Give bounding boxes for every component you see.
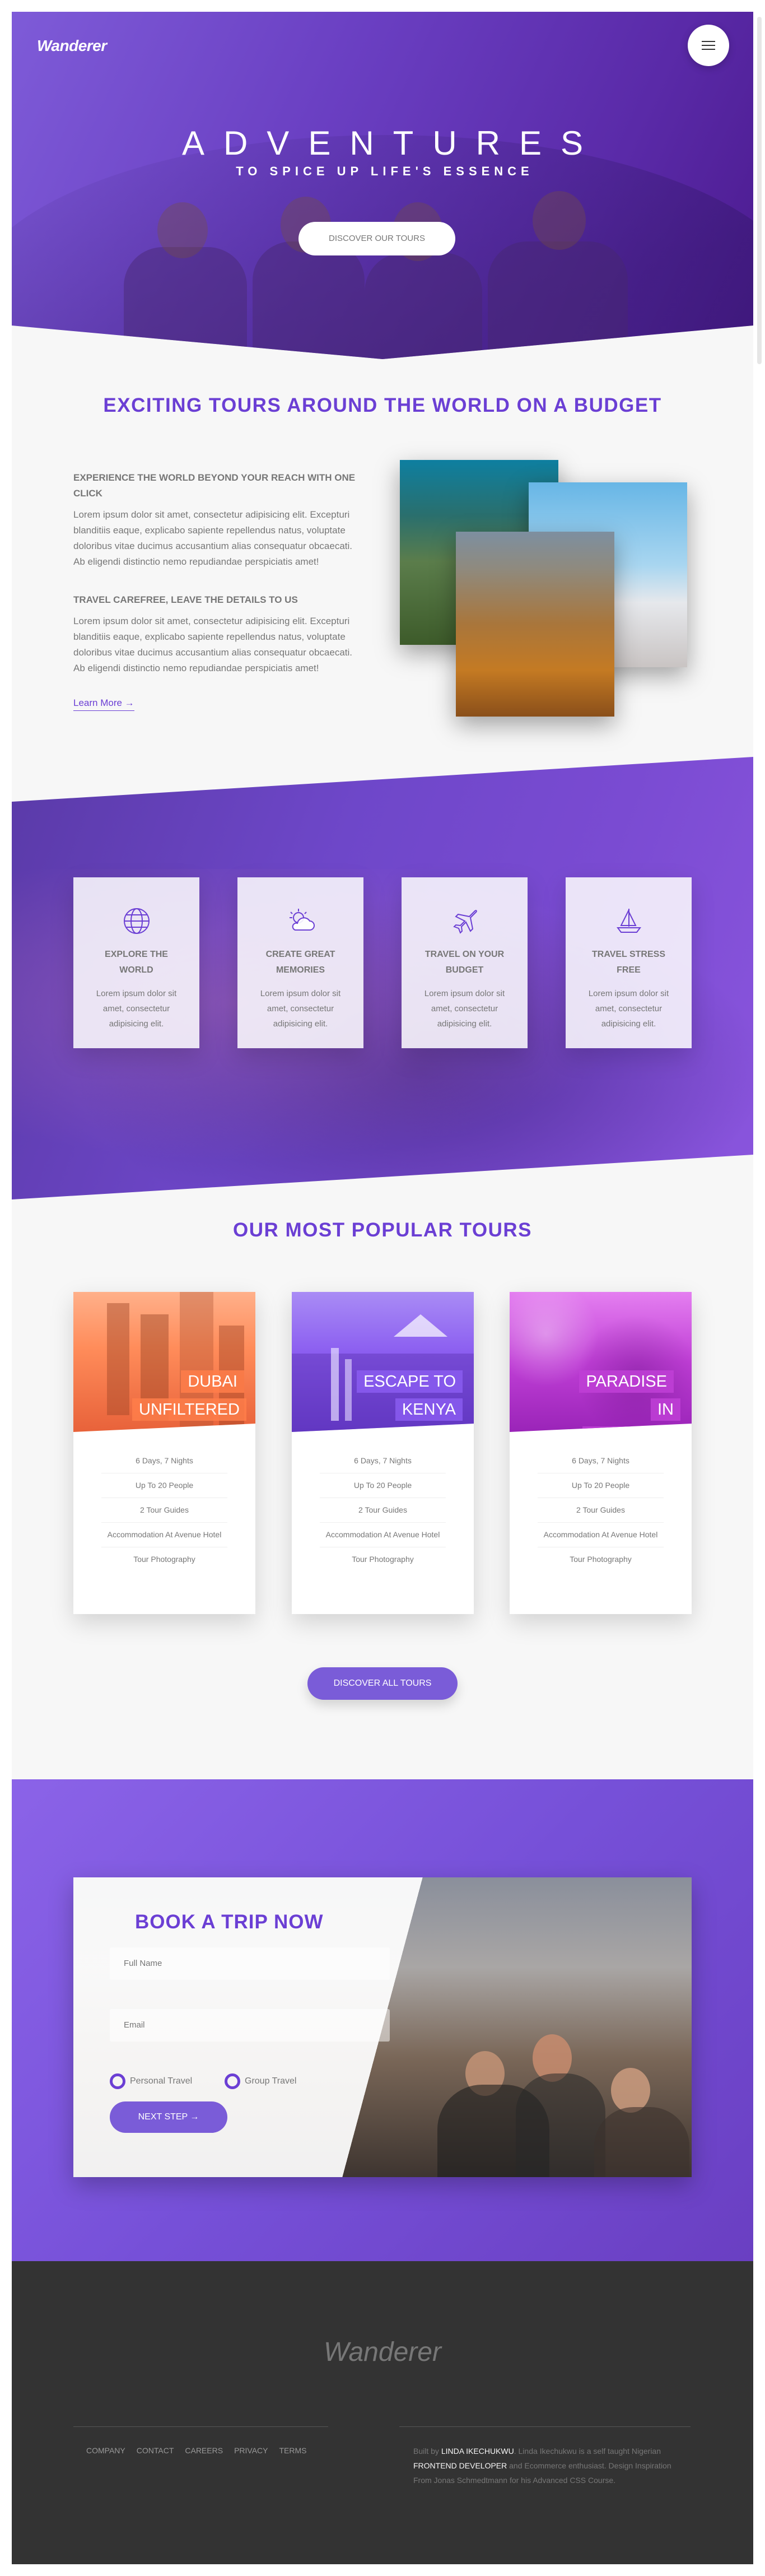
about-heading: Experience the world beyond your reach w…: [73, 472, 356, 499]
hero-people-image: [101, 180, 661, 359]
tour-detail: Tour Photography: [570, 1555, 632, 1564]
tour-detail: Tour Photography: [352, 1555, 414, 1564]
tour-detail: Accommodation At Avenue Hotel: [101, 1523, 227, 1547]
page-frame: Wanderer Adventures to spice up life's e…: [12, 12, 753, 2564]
tour-card-details: 6 Days, 7 Nights Up To 20 People 2 Tour …: [510, 1432, 692, 1571]
tour-card-title: Dubai Unfiltered: [132, 1368, 246, 1424]
about-text: Experience the world beyond your reach w…: [73, 470, 356, 711]
author-name[interactable]: Linda Ikechukwu: [441, 2447, 514, 2456]
booking-card: Book a trip now Personal Travel Group Tr…: [73, 1877, 692, 2177]
about-heading: Travel carefree, leave the details to us: [73, 594, 298, 605]
feature-title: Travel stress free: [592, 950, 665, 975]
footer-divider: [73, 2426, 328, 2427]
tour-detail: 2 Tour Guides: [538, 1498, 664, 1523]
about-paragraph: Lorem ipsum dolor sit amet, consectetur …: [73, 616, 352, 673]
radio-personal-travel[interactable]: Personal Travel: [110, 2073, 192, 2089]
feature-text: Lorem ipsum dolor sit amet, consectetur …: [588, 989, 669, 1029]
tour-card[interactable]: Dubai Unfiltered 6 Days, 7 Nights Up To …: [73, 1292, 255, 1614]
feature-card: Create great memories Lorem ipsum dolor …: [237, 877, 363, 1048]
tour-card-image: Escape to Kenya: [292, 1292, 474, 1432]
menu-button[interactable]: [688, 25, 729, 66]
airplane-icon: [453, 910, 477, 934]
tour-detail: Up To 20 People: [320, 1473, 446, 1498]
sailboat-icon: [616, 909, 641, 933]
feature-title: Explore the world: [105, 950, 168, 975]
radio-button[interactable]: [110, 2073, 125, 2089]
feature-text: Lorem ipsum dolor sit amet, consectetur …: [260, 989, 341, 1029]
booking-title: Book a trip now: [135, 1911, 324, 1933]
footer-link-terms[interactable]: Terms: [279, 2446, 307, 2455]
tour-detail: 6 Days, 7 Nights: [101, 1449, 227, 1473]
tour-detail: 6 Days, 7 Nights: [538, 1449, 664, 1473]
tour-detail: Up To 20 People: [101, 1473, 227, 1498]
globe-icon: [123, 908, 150, 934]
tour-card[interactable]: Escape to Kenya 6 Days, 7 Nights Up To 2…: [292, 1292, 474, 1614]
about-photo-great-wall[interactable]: [456, 532, 614, 717]
footer-credit: Built by Linda Ikechukwu. Linda Ikechukw…: [413, 2447, 671, 2485]
tours-section-title: Our most popular tours: [232, 1219, 533, 1241]
hero-subtitle: to spice up life's essence: [236, 164, 534, 178]
footer-link-careers[interactable]: Careers: [185, 2446, 223, 2455]
hamburger-menu-icon: [702, 49, 715, 50]
feature-text: Lorem ipsum dolor sit amet, consectetur …: [96, 989, 177, 1029]
tour-detail: Accommodation At Avenue Hotel: [320, 1523, 446, 1547]
about-paragraph: Lorem ipsum dolor sit amet, consectetur …: [73, 509, 352, 567]
tour-detail: Up To 20 People: [538, 1473, 664, 1498]
feature-text: Lorem ipsum dolor sit amet, consectetur …: [424, 989, 505, 1029]
tour-detail: Accommodation At Avenue Hotel: [538, 1523, 664, 1547]
site-logo[interactable]: Wanderer: [37, 37, 107, 55]
email-input[interactable]: [110, 2009, 390, 2042]
hero-title: Adventures: [181, 124, 603, 162]
weather-icon: [289, 909, 315, 931]
tour-detail: Tour Photography: [133, 1555, 195, 1564]
booking-photo: [387, 2001, 689, 2177]
hamburger-menu-icon: [702, 45, 715, 46]
footer-divider: [399, 2426, 691, 2427]
tour-detail: 6 Days, 7 Nights: [320, 1449, 446, 1473]
feature-title: Travel on your budget: [425, 950, 505, 975]
feature-card: Travel on your budget Lorem ipsum dolor …: [402, 877, 528, 1048]
full-name-input[interactable]: [110, 1947, 390, 1980]
hamburger-menu-icon: [702, 41, 715, 42]
tour-card-details: 6 Days, 7 Nights Up To 20 People 2 Tour …: [73, 1432, 255, 1571]
radio-button[interactable]: [225, 2073, 240, 2089]
footer-link-privacy[interactable]: Privacy: [234, 2446, 268, 2455]
next-step-button[interactable]: Next Step →: [110, 2101, 227, 2133]
footer: [12, 2261, 753, 2564]
tour-card[interactable]: Paradise in Mauritus 6 Days, 7 Nights Up…: [510, 1292, 692, 1614]
tour-card-image: Dubai Unfiltered: [73, 1292, 255, 1432]
tour-card-title: Escape to Kenya: [351, 1368, 463, 1424]
learn-more-link[interactable]: Learn More →: [73, 698, 134, 711]
discover-all-tours-button[interactable]: Discover all tours: [307, 1667, 458, 1700]
tour-detail: 2 Tour Guides: [101, 1498, 227, 1523]
footer-link-company[interactable]: Company: [86, 2446, 125, 2455]
footer-nav: Company Contact Careers Privacy Terms: [86, 2446, 307, 2455]
hero-header: Wanderer Adventures to spice up life's e…: [12, 12, 753, 359]
tour-detail: 2 Tour Guides: [320, 1498, 446, 1523]
tour-card-details: 6 Days, 7 Nights Up To 20 People 2 Tour …: [292, 1432, 474, 1571]
radio-group-travel[interactable]: Group Travel: [225, 2073, 296, 2089]
feature-card: Explore the world Lorem ipsum dolor sit …: [73, 877, 199, 1048]
page-scrollbar[interactable]: [757, 17, 762, 364]
feature-card: Travel stress free Lorem ipsum dolor sit…: [566, 877, 692, 1048]
about-section-title: Exciting tours around the world on a bud…: [103, 394, 662, 416]
discover-tours-button[interactable]: Discover our tours: [298, 222, 455, 255]
feature-title: Create great memories: [265, 950, 335, 975]
footer-logo[interactable]: Wanderer: [12, 2337, 753, 2368]
tour-card-image: Paradise in Mauritus: [510, 1292, 692, 1432]
author-role: Frontend Developer: [413, 2461, 507, 2470]
footer-link-contact[interactable]: Contact: [137, 2446, 174, 2455]
